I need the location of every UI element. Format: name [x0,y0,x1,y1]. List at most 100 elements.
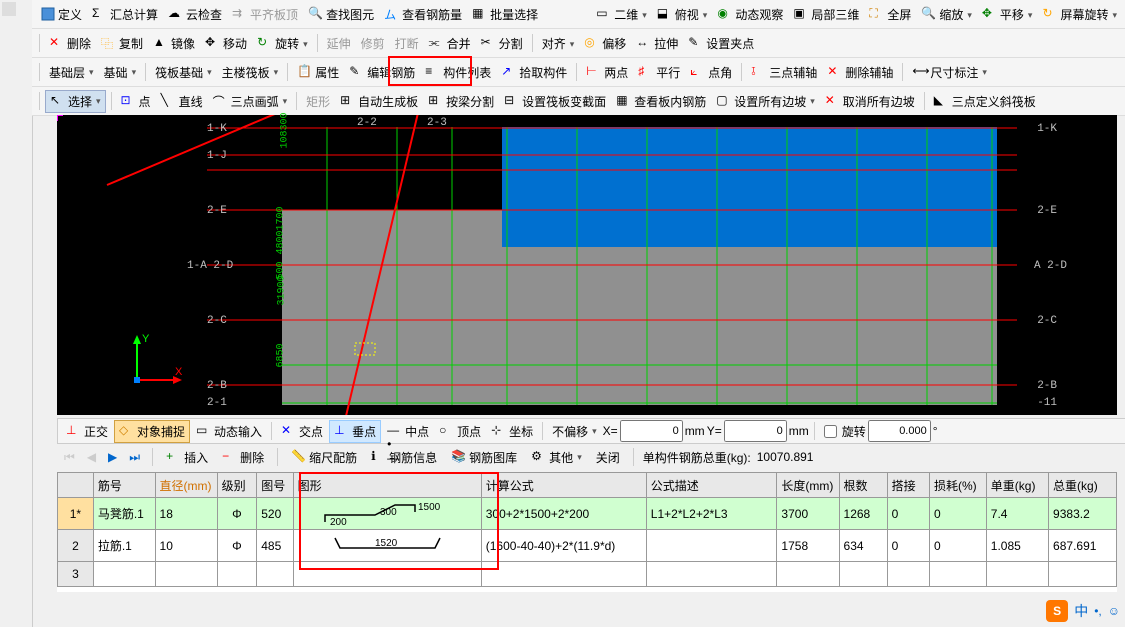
move-icon: ✥ [205,35,221,51]
drawing-canvas[interactable]: Y X 1-K 1-J 2-E 1-A 2-D 2-C 2-B 2-1 1-K … [57,115,1117,415]
main-raft-select[interactable]: 主楼筏板 [218,62,283,83]
arc-button[interactable]: ⌒三点画弧 [209,91,292,112]
define-button[interactable]: 定义 [36,4,86,25]
find-element-button[interactable]: 🔍查找图元 [304,4,378,25]
grid-label: 2-B [1037,380,1057,392]
split-button[interactable]: ✂分割 [477,33,527,54]
x-label: X= [603,424,618,438]
y-input[interactable] [724,420,787,442]
basis-select[interactable]: 基础 [100,62,141,83]
nav-prev-button[interactable]: ◀ [84,450,99,464]
osnap-toggle[interactable]: ◇对象捕捉 [114,420,190,443]
stretch-button[interactable]: ↔拉伸 [632,33,682,54]
zoom-button[interactable]: 🔍缩放 [917,4,976,25]
overlook-button[interactable]: ⬓俯视 [653,4,712,25]
rebar-info-button[interactable]: ℹ钢筋信息 [367,447,441,468]
nav-last-button[interactable]: ⏭ [126,450,143,465]
ime-emoji-icon[interactable]: ☺ [1108,604,1120,618]
table-row[interactable]: 1* 马凳筋.1 18 Φ 520 2003001500 300+2*1500+… [58,498,1117,530]
beam-split-button[interactable]: ⊞按梁分割 [424,91,498,112]
dim-label: 31900 [277,275,288,305]
col-fig: 图号 [257,473,293,498]
2d-button[interactable]: ▭二维 [592,4,651,25]
rotate-checkbox[interactable] [824,425,837,438]
scale-rebar-button[interactable]: 📏缩尺配筋 [287,447,361,468]
move-button[interactable]: ✥移动 [201,33,251,54]
align-button[interactable]: 对齐 [538,33,579,54]
cloud-icon: ☁ [168,6,184,22]
col-diameter[interactable]: 直径(mm) [155,473,217,498]
delete-axis-button[interactable]: ✕删除辅轴 [823,62,897,83]
pick-component-button[interactable]: ↗拾取构件 [497,62,571,83]
parallel-button[interactable]: ♯平行 [634,62,684,83]
ortho-toggle[interactable]: ⊥正交 [62,421,112,442]
rebar-other-button[interactable]: ⚙其他 [527,447,586,468]
floor-select[interactable]: 基础层 [45,62,98,83]
mirror-button[interactable]: ▲镜像 [149,33,199,54]
grid-label: 2-2 [357,117,377,129]
fullscreen-button[interactable]: ⛶全屏 [865,4,915,25]
set-grip-button[interactable]: ✎设置夹点 [684,33,758,54]
x-input[interactable] [620,420,683,442]
vertex-toggle[interactable]: ○顶点 [435,421,485,442]
midpoint-toggle[interactable]: —•—中点 [383,421,433,442]
merge-button[interactable]: ⫘合并 [425,33,475,54]
delete-row-button[interactable]: −删除 [218,447,268,468]
dynamic-view-button[interactable]: ◉动态观察 [713,4,787,25]
mm-label: mm [685,424,705,438]
rotate-button[interactable]: ↻旋转 [253,33,312,54]
auto-gen-slab-button[interactable]: ⊞自动生成板 [336,91,422,112]
rebar-lib-button[interactable]: 📚钢筋图库 [447,447,521,468]
batch-select-button[interactable]: ▦批量选择 [468,4,542,25]
rectangle-button[interactable]: 矩形 [302,91,334,112]
trim-button[interactable]: 修剪 [357,33,389,54]
nav-first-button[interactable]: ⏮ [61,450,78,465]
grid-label: 2-E [1037,205,1057,217]
table-row[interactable]: 3 [58,562,1117,587]
ime-mode-button[interactable]: 中 [1074,601,1088,621]
coord-toggle[interactable]: ⊹坐标 [487,421,537,442]
view-rebar-button[interactable]: ム查看钢筋量 [380,4,466,25]
property-button[interactable]: 📋属性 [293,62,343,83]
delete-button[interactable]: ✕删除 [45,33,95,54]
three-point-axis-button[interactable]: ⫱三点辅轴 [747,62,821,83]
dynamic-input-toggle[interactable]: ▭动态输入 [192,421,266,442]
three-point-slant-button[interactable]: ◣三点定义斜筏板 [930,91,1040,112]
point-button[interactable]: ⊡点 [117,91,155,112]
line-button[interactable]: ╲直线 [157,91,207,112]
angle-input[interactable] [868,420,931,442]
cancel-slope-button[interactable]: ✕取消所有边坡 [821,91,919,112]
break-button[interactable]: 打断 [391,33,423,54]
pan-button[interactable]: ✥平移 [978,4,1037,25]
rebar-close-button[interactable]: 关闭 [592,447,624,468]
select-button[interactable]: ↖选择 [45,90,106,113]
local-3d-button[interactable]: ▣局部三维 [789,4,863,25]
copy-button[interactable]: ⿻复制 [97,33,147,54]
dock-pin-icon[interactable] [2,2,16,16]
perpendicular-toggle[interactable]: ⊥垂点 [329,420,381,443]
offset-button[interactable]: ◎偏移 [580,33,630,54]
offset-mode-select[interactable]: 不偏移 [548,421,601,442]
set-raft-section-button[interactable]: ⊟设置筏板变截面 [500,91,610,112]
col-desc: 公式描述 [646,473,777,498]
table-row[interactable]: 2 拉筋.1 10 Φ 485 1520 (1600-40-40)+2*(11.… [58,530,1117,562]
screen-rotate-button[interactable]: ↻屏幕旋转 [1038,4,1121,25]
two-point-button[interactable]: ⊢两点 [582,62,632,83]
edit-rebar-icon: ✎ [349,64,365,80]
insert-row-button[interactable]: +插入 [162,447,212,468]
sum-calc-button[interactable]: Σ汇总计算 [88,4,162,25]
extend-button[interactable]: 延伸 [323,33,355,54]
sogou-icon[interactable]: S [1046,600,1068,622]
ime-punct-icon[interactable]: •, [1094,604,1102,618]
raft-base-select[interactable]: 筏板基础 [151,62,216,83]
cloud-check-button[interactable]: ☁云检查 [164,4,226,25]
dim-label-button[interactable]: ⟷尺寸标注 [908,62,991,83]
view-slab-rebar-button[interactable]: ▦查看板内钢筋 [612,91,710,112]
rotate-icon: ↻ [257,35,273,51]
intersection-toggle[interactable]: ✕交点 [277,421,327,442]
nav-next-button[interactable]: ▶ [105,450,120,464]
deg-label: ° [933,424,938,438]
point-angle-button[interactable]: ⟀点角 [686,62,736,83]
level-top-button[interactable]: ⇉平齐板顶 [228,4,302,25]
set-edges-button[interactable]: ▢设置所有边坡 [712,91,819,112]
